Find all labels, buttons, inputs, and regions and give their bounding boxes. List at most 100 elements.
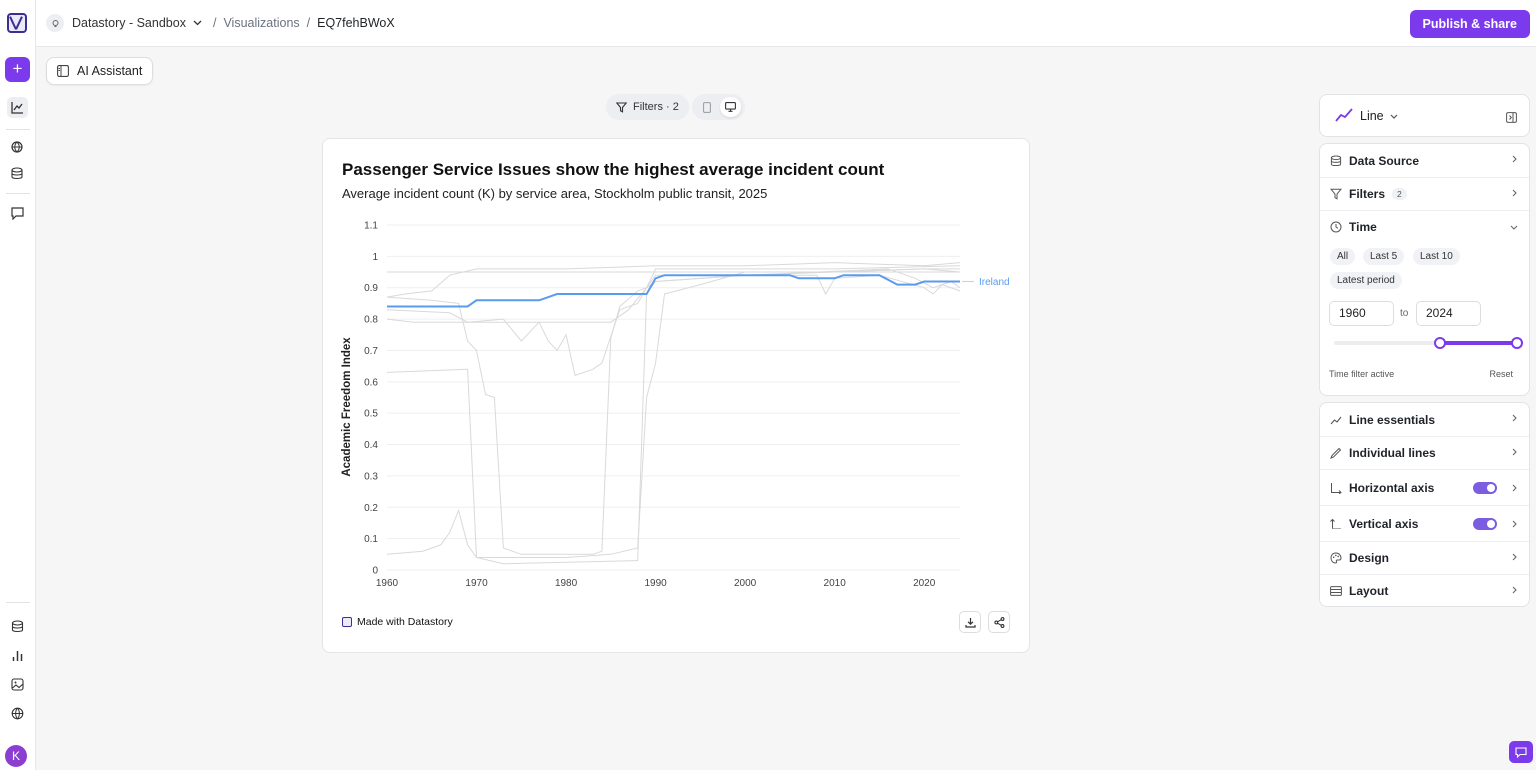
data-source-label: Data Source (1349, 153, 1420, 168)
breadcrumb-current: EQ7fehBWoX (317, 16, 395, 30)
share-button[interactable] (988, 611, 1010, 633)
filters-row[interactable]: Filters 2 (1320, 177, 1529, 210)
create-new-button[interactable]: + (5, 57, 30, 82)
download-icon (964, 617, 976, 628)
x-tick-label: 1970 (465, 578, 488, 589)
chart-type-label: Line (1360, 109, 1384, 123)
individual-lines-row[interactable]: Individual lines (1320, 436, 1529, 469)
time-range-slider[interactable] (1334, 337, 1523, 349)
individual-lines-label: Individual lines (1349, 446, 1436, 460)
clock-icon (1329, 220, 1343, 234)
time-range-start-handle[interactable] (1434, 337, 1447, 349)
x-tick-label: 1960 (376, 578, 399, 589)
ai-assistant-button[interactable]: AI Assistant (46, 57, 154, 85)
mobile-preview-icon[interactable] (698, 98, 716, 116)
design-label: Design (1349, 551, 1390, 565)
time-to-separator: to (1400, 308, 1409, 319)
style-settings-panel: Line essentials Individual lines Horizon… (1319, 402, 1530, 607)
time-to-input[interactable]: 2024 (1416, 301, 1481, 326)
layout-label: Layout (1349, 584, 1389, 598)
globe-search-nav-icon[interactable] (7, 137, 28, 158)
chevron-right-icon (1512, 586, 1517, 594)
line-chart: 0 0.1 0.2 0.3 0.4 0.5 0.6 0.7 0.8 0.9 1 1.1 1960 1970… (341, 221, 1010, 590)
comments-nav-icon[interactable] (7, 203, 28, 224)
breadcrumb-visualizations[interactable]: Visualizations (223, 16, 299, 30)
y-tick-label: 0.8 (364, 315, 378, 326)
chevron-down-icon (1510, 225, 1518, 230)
download-button[interactable] (959, 611, 981, 633)
layout-row[interactable]: Layout (1320, 574, 1529, 607)
chevron-right-icon (1512, 448, 1517, 456)
filters-pill-label: Filters · 2 (633, 101, 679, 113)
user-avatar[interactable]: K (5, 745, 27, 767)
chevron-right-icon (1512, 155, 1517, 163)
breadcrumb-separator: / (212, 16, 217, 30)
datastory-logo-icon[interactable] (7, 13, 27, 33)
breadcrumb-separator: / (306, 16, 311, 30)
time-reset-link[interactable]: Reset (1489, 369, 1513, 379)
series-line-muted (386, 268, 961, 565)
chevron-down-icon[interactable] (193, 20, 202, 26)
publish-share-button[interactable]: Publish & share (1409, 10, 1530, 38)
horizontal-axis-toggle[interactable] (1473, 482, 1497, 494)
horizontal-axis-label: Horizontal axis (1349, 480, 1435, 495)
image-nav-icon[interactable] (7, 674, 28, 695)
x-tick-label: 2020 (913, 578, 936, 589)
time-label: Time (1349, 220, 1377, 234)
vertical-axis-toggle[interactable] (1473, 518, 1497, 530)
filters-pill-button[interactable]: Filters · 2 (606, 94, 689, 120)
x-tick-label: 1990 (644, 578, 667, 589)
y-tick-label: 0 (372, 566, 378, 577)
palette-icon (1329, 551, 1343, 565)
sidebar-panel-icon (57, 65, 69, 77)
data-source-row[interactable]: Data Source (1320, 144, 1529, 177)
y-tick-label: 0.2 (364, 503, 378, 514)
chart-type-dropdown[interactable]: Line (1360, 109, 1398, 123)
y-tick-label: 0.6 (364, 377, 378, 388)
time-row[interactable]: Time (1320, 210, 1529, 243)
x-tick-label: 2000 (734, 578, 757, 589)
line-essentials-row[interactable]: Line essentials (1320, 403, 1529, 436)
left-rail: + K (0, 0, 36, 770)
desktop-preview-icon[interactable] (720, 97, 741, 117)
visualizations-nav-icon[interactable] (7, 97, 28, 118)
time-from-input[interactable]: 1960 (1329, 301, 1394, 326)
time-chip-last-10[interactable]: Last 10 (1413, 248, 1460, 265)
ai-assistant-label: AI Assistant (77, 64, 143, 78)
made-with-datastory[interactable]: Made with Datastory (342, 616, 453, 628)
datastory-logo-icon (342, 617, 352, 627)
horizontal-axis-row[interactable]: Horizontal axis (1320, 469, 1529, 505)
y-axis-label: Academic Freedom Index (341, 337, 353, 477)
database-icon (1329, 154, 1343, 168)
pen-line-icon (1329, 446, 1343, 460)
y-tick-label: 0.9 (364, 283, 378, 294)
line-essentials-label: Line essentials (1349, 412, 1436, 427)
time-chip-all[interactable]: All (1330, 248, 1356, 265)
collapse-panel-icon[interactable] (1506, 110, 1517, 128)
globe-nav-icon[interactable] (7, 703, 28, 724)
filters-label: Filters (1349, 187, 1386, 201)
time-chip-last-5[interactable]: Last 5 (1363, 248, 1405, 265)
y-tick-label: 0.7 (364, 346, 378, 357)
device-preview-toggle (692, 94, 745, 120)
breadcrumb: Datastory - Sandbox / Visualizations / E… (72, 16, 395, 30)
chevron-right-icon (1512, 189, 1517, 197)
series-line-muted (386, 265, 961, 555)
chat-icon (1515, 746, 1527, 758)
help-chat-button[interactable] (1509, 741, 1533, 763)
time-range-end-handle[interactable] (1511, 337, 1523, 349)
highlighted-series-label: Ireland (979, 277, 1010, 288)
time-filter-status: Time filter active (1329, 369, 1395, 379)
workspace-switcher[interactable]: Datastory - Sandbox (72, 16, 186, 30)
design-row[interactable]: Design (1320, 541, 1529, 574)
layout-icon (1329, 584, 1343, 598)
made-with-label: Made with Datastory (357, 616, 453, 628)
time-chip-latest-period[interactable]: Latest period (1330, 272, 1402, 289)
database-search-nav-icon[interactable] (7, 163, 28, 184)
y-tick-label: 0.1 (364, 534, 378, 545)
bar-chart-nav-icon[interactable] (7, 645, 28, 666)
rail-divider (6, 129, 30, 130)
vertical-axis-row[interactable]: Vertical axis (1320, 505, 1529, 541)
datasets-nav-icon[interactable] (7, 616, 28, 637)
y-tick-label: 1.1 (364, 221, 378, 232)
